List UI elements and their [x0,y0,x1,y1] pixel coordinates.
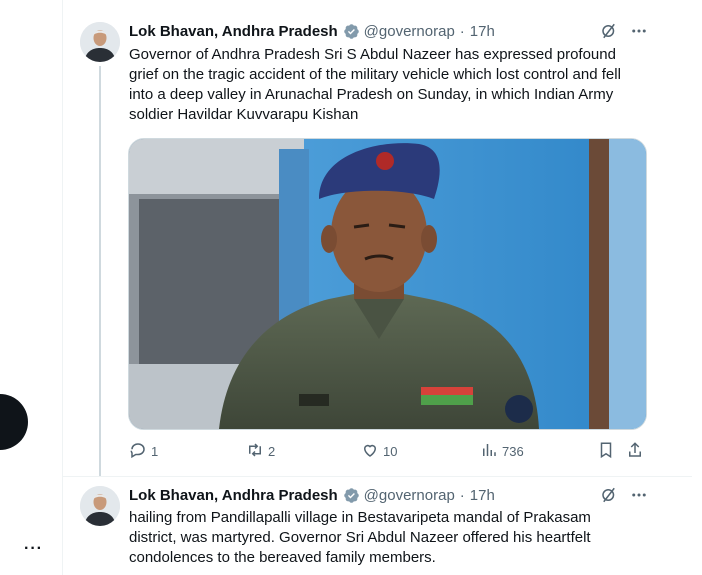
like-button[interactable]: 10 [361,441,397,462]
author-name[interactable]: Lok Bhavan, Andhra Pradesh [129,487,338,504]
views-button[interactable]: 736 [480,441,524,462]
bookmark-button[interactable] [597,441,615,462]
verified-badge-icon [343,23,360,40]
tweet-text: Governor of Andhra Pradesh Sri S Abdul N… [129,46,621,123]
grok-icon[interactable] [600,486,618,509]
more-icon[interactable] [630,22,648,45]
avatar[interactable] [80,486,120,526]
author-handle[interactable]: @governorap [364,23,455,40]
reply-count: 1 [151,444,159,459]
repost-icon [246,441,264,462]
tweet-text: hailing from Pandillapalli village in Be… [129,509,591,566]
views-icon [480,441,498,462]
views-count: 736 [502,444,524,459]
post-button[interactable] [0,394,28,450]
tweet-image[interactable] [128,138,647,430]
tweet-actions: 1 2 10 736 [129,441,649,461]
more-options-button[interactable]: ··· [24,541,43,557]
author-handle[interactable]: @governorap [364,487,455,504]
verified-badge-icon [343,487,360,504]
share-button[interactable] [626,441,644,462]
bookmark-icon [597,441,615,462]
timestamp[interactable]: 17h [470,487,495,504]
avatar[interactable] [80,22,120,62]
author-name[interactable]: Lok Bhavan, Andhra Pradesh [129,23,338,40]
timestamp[interactable]: 17h [470,23,495,40]
reply-icon [129,441,147,462]
like-count: 10 [383,444,398,459]
grok-icon[interactable] [600,22,618,45]
share-icon [626,441,644,462]
separator-dot: · [459,22,465,40]
repost-button[interactable]: 2 [246,441,275,462]
reply-button[interactable]: 1 [129,441,158,462]
thread-connector-line [99,66,101,476]
tweet-header: Lok Bhavan, Andhra Pradesh @governorap ·… [129,485,495,505]
separator-dot: · [459,486,465,504]
left-navigation-rail: ··· [0,0,62,575]
more-icon[interactable] [630,486,648,509]
like-icon [361,441,379,462]
repost-count: 2 [268,444,276,459]
divider [62,476,692,477]
tweet-header: Lok Bhavan, Andhra Pradesh @governorap ·… [129,21,495,41]
